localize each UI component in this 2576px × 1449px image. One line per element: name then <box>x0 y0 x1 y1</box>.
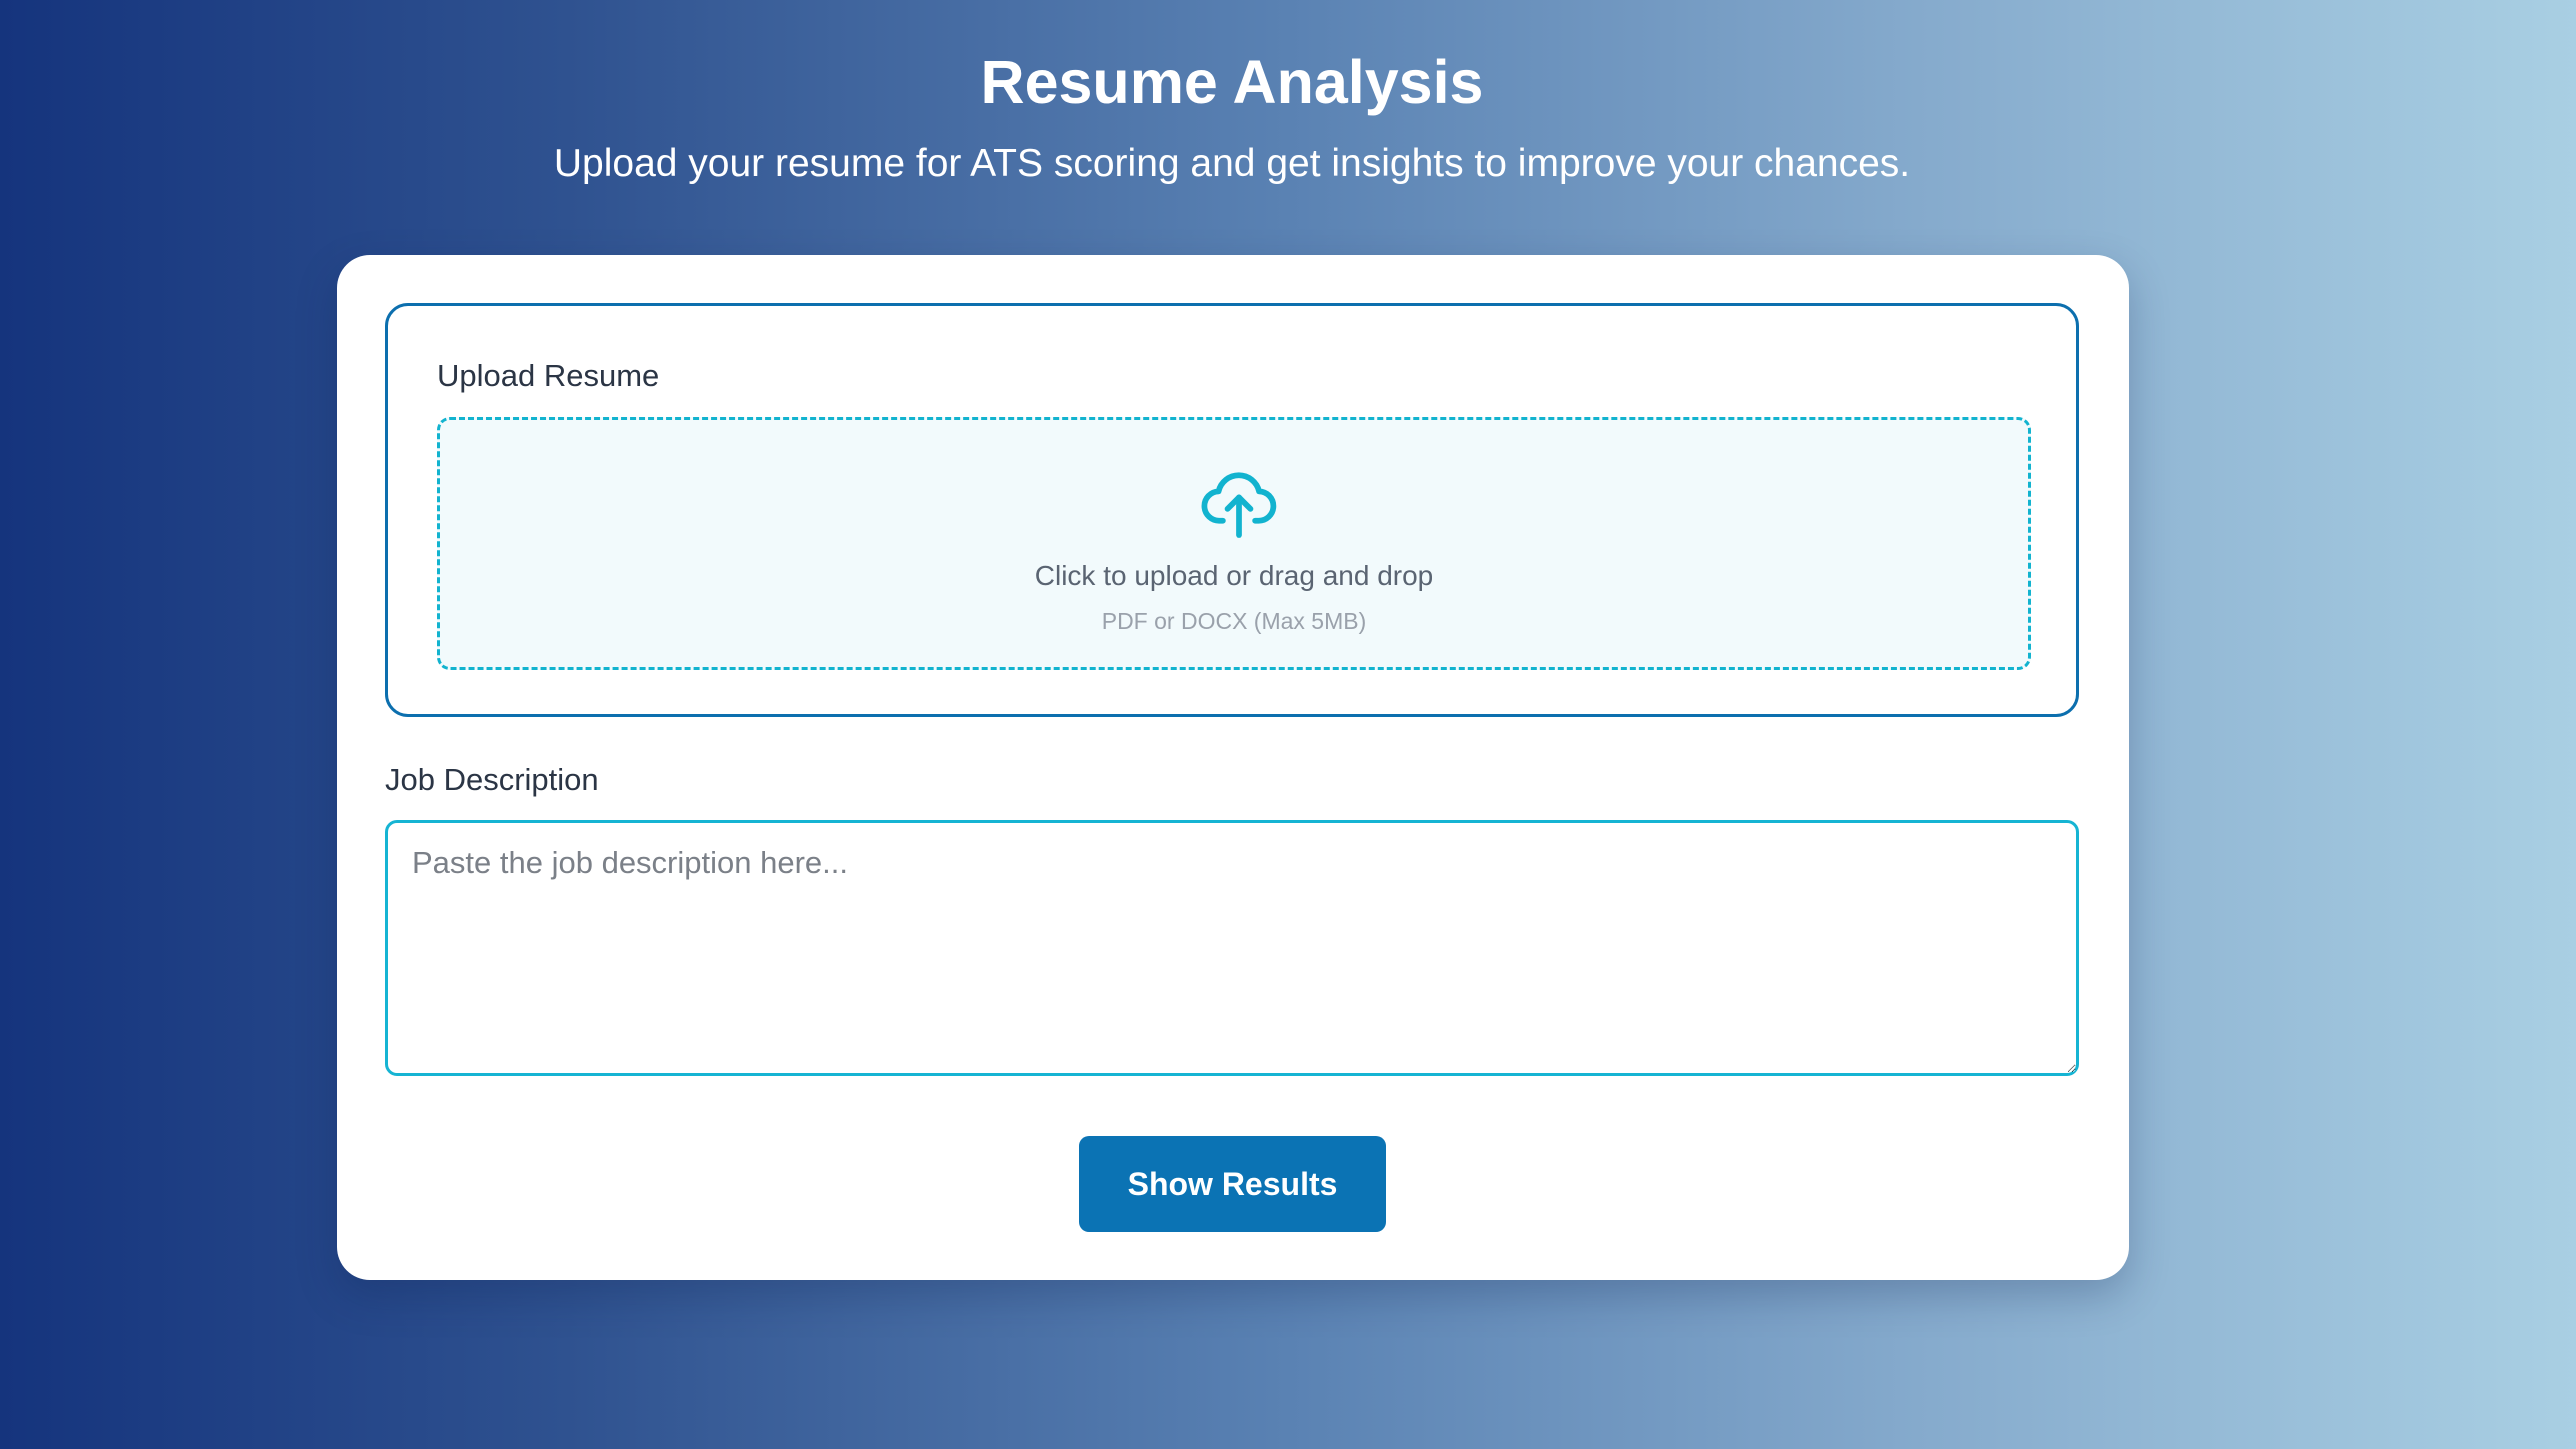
upload-resume-label: Upload Resume <box>437 358 660 393</box>
show-results-button[interactable]: Show Results <box>1079 1136 1386 1232</box>
page-subtitle: Upload your resume for ATS scoring and g… <box>553 142 1911 185</box>
dropzone-file-hint: PDF or DOCX (Max 5MB) <box>1101 608 1367 634</box>
analysis-card: Upload Resume Click to upload or drag an… <box>337 255 2129 1280</box>
upload-resume-section: Upload Resume Click to upload or drag an… <box>385 303 2079 717</box>
job-description-input[interactable] <box>385 820 2079 1076</box>
dropzone-instruction: Click to upload or drag and drop <box>1034 560 1434 591</box>
job-description-label: Job Description <box>385 762 599 797</box>
cloud-upload-icon <box>1201 472 1277 538</box>
page-title: Resume Analysis <box>980 48 1484 116</box>
resume-dropzone[interactable]: Click to upload or drag and drop PDF or … <box>437 417 2031 670</box>
